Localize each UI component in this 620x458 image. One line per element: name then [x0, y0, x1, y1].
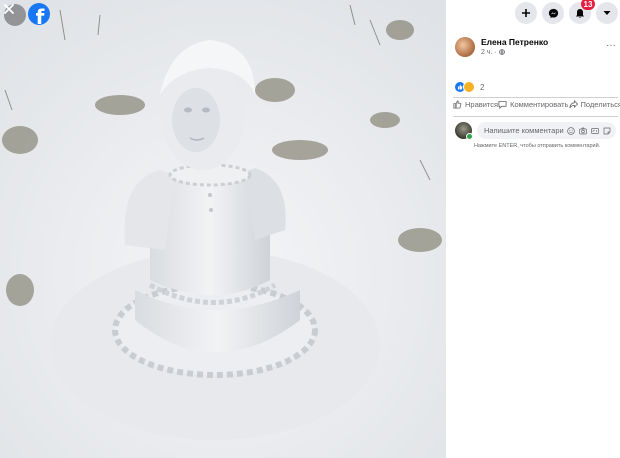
notifications-button[interactable]: 13	[569, 0, 595, 24]
caret-down-icon	[603, 11, 611, 15]
share-button[interactable]: Поделиться	[568, 100, 620, 109]
messenger-icon	[548, 8, 558, 18]
facebook-logo-letter: f	[35, 5, 45, 25]
account-menu-button[interactable]	[596, 2, 618, 24]
author-name[interactable]: Елена Петренко	[481, 37, 548, 47]
sticker-icon	[603, 127, 611, 134]
current-user-avatar[interactable]	[455, 122, 473, 140]
reactions-summary[interactable]: 2	[455, 81, 484, 93]
emoji-icon	[567, 126, 575, 135]
notifications-badge: 13	[581, 0, 595, 10]
comment-label: Комментировать	[510, 100, 569, 109]
photo-attach-button[interactable]	[579, 127, 587, 135]
post-actions: Нравится Комментировать Поделиться	[453, 100, 620, 109]
comment-tools	[567, 126, 611, 135]
header-icons: 13	[515, 0, 618, 24]
post-options-button[interactable]: ···	[606, 40, 616, 51]
share-label: Поделиться	[580, 100, 620, 109]
wow-reaction-icon	[463, 81, 475, 93]
globe-icon	[498, 49, 505, 55]
gif-icon	[591, 127, 599, 134]
gif-button[interactable]	[591, 127, 599, 135]
online-status-dot	[466, 133, 473, 140]
comment-button[interactable]: Комментировать	[498, 100, 569, 109]
post-meta: 2 ч. ·	[481, 49, 548, 56]
like-icon	[453, 100, 462, 109]
comment-hint: Нажмите ENTER, чтобы отправить комментар…	[474, 143, 601, 149]
sticker-button[interactable]	[603, 127, 611, 135]
emoji-button[interactable]	[567, 126, 575, 135]
photo-viewer: f	[0, 0, 446, 458]
close-button[interactable]	[4, 4, 26, 26]
comment-input-box[interactable]	[477, 122, 616, 139]
comment-icon	[498, 100, 507, 109]
post-time[interactable]: 2 ч.	[481, 49, 492, 56]
post-author: Елена Петренко 2 ч. ·	[455, 37, 548, 57]
create-button[interactable]	[515, 2, 537, 24]
divider	[453, 97, 618, 98]
like-button[interactable]: Нравится	[453, 100, 498, 109]
author-avatar[interactable]	[455, 37, 475, 57]
camera-icon	[579, 127, 587, 134]
messenger-button[interactable]	[542, 2, 564, 24]
comment-input[interactable]	[482, 125, 566, 136]
like-label: Нравится	[465, 100, 499, 109]
reaction-count: 2	[480, 82, 485, 92]
snow-sculpture-photo	[0, 0, 446, 458]
comment-composer	[455, 122, 616, 140]
share-icon	[568, 100, 578, 109]
facebook-logo[interactable]: f	[28, 3, 50, 25]
divider	[453, 116, 618, 117]
close-icon	[4, 4, 14, 14]
plus-icon	[522, 9, 530, 17]
